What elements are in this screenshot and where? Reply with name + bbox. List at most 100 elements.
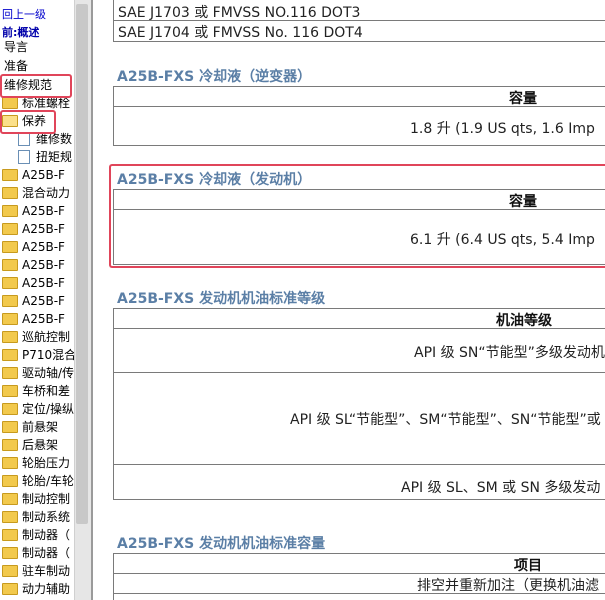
folder-icon bbox=[2, 240, 18, 253]
folder-icon bbox=[2, 168, 18, 181]
tree-item[interactable]: A25B-F bbox=[2, 274, 65, 292]
tree-item[interactable]: 前悬架 bbox=[2, 418, 58, 436]
table-header: 机油等级 bbox=[496, 313, 552, 329]
tree-item-label: 制动系统 bbox=[22, 510, 71, 524]
table-header: 容量 bbox=[509, 194, 537, 210]
folder-icon bbox=[2, 438, 18, 451]
navigation-tree: 回上一级 前:概述 导言 准备 维修规范 标准螺栓 保养 维修数 扭矩规 A25… bbox=[0, 0, 74, 600]
tree-item[interactable]: 动力辅助 bbox=[2, 580, 70, 598]
table-divider bbox=[113, 464, 605, 465]
folder-icon bbox=[2, 564, 18, 577]
folder-icon bbox=[2, 96, 18, 109]
tree-item-label: 标准螺栓 bbox=[22, 96, 71, 110]
tree-item-label: 导言 bbox=[4, 40, 29, 54]
tree-item-label: 制动器（ bbox=[22, 528, 71, 542]
tree-item-label: A25B-F bbox=[22, 312, 65, 326]
tree-item-label: A25B-F bbox=[22, 276, 65, 290]
tree-item-intro[interactable]: 导言 bbox=[4, 38, 28, 56]
tree-item[interactable]: 后悬架 bbox=[2, 436, 58, 454]
folder-icon bbox=[2, 510, 18, 523]
folder-icon bbox=[2, 528, 18, 541]
tree-item[interactable]: A25B-F bbox=[2, 166, 65, 184]
folder-icon bbox=[2, 384, 18, 397]
section-title: A25B-FXS 冷却液（逆变器） bbox=[117, 69, 312, 85]
tree-item[interactable]: 驻车制动 bbox=[2, 562, 70, 580]
tree-item[interactable]: 轮胎/车轮 bbox=[2, 472, 74, 490]
tree-item-label: A25B-F bbox=[22, 204, 65, 218]
tree-item-label: P710混合 bbox=[22, 348, 74, 362]
tree-item-standard-bolt[interactable]: 标准螺栓 bbox=[2, 94, 70, 112]
tree-item[interactable]: 轮胎压力 bbox=[2, 454, 70, 472]
table-cell: 6.1 升 (6.4 US qts, 5.4 Imp bbox=[410, 232, 595, 248]
table-cell: API 级 SL“节能型”、SM“节能型”、SN“节能型”或 bbox=[290, 412, 601, 428]
tree-item-label: 巡航控制 bbox=[22, 330, 71, 344]
folder-icon bbox=[2, 294, 18, 307]
tree-item-label: 制动控制 bbox=[22, 492, 71, 506]
table-header: 容量 bbox=[509, 91, 537, 107]
tree-item[interactable]: 定位/操纵 bbox=[2, 400, 74, 418]
folder-icon bbox=[2, 402, 18, 415]
tree-item-label: 轮胎压力 bbox=[22, 456, 71, 470]
tree-item[interactable]: 驱动轴/传 bbox=[2, 364, 74, 382]
table-cell: 排空并重新加注（更换机油滤 bbox=[417, 578, 599, 594]
tree-item-label: 前悬架 bbox=[22, 420, 59, 434]
folder-icon bbox=[2, 546, 18, 559]
sidebar-scrollbar-thumb[interactable] bbox=[76, 4, 88, 524]
tree-item-label: 准备 bbox=[4, 59, 29, 73]
tree-item[interactable]: 混合动力 bbox=[2, 184, 70, 202]
content-pane: SAE J1703 或 FMVSS NO.116 DOT3 SAE J1704 … bbox=[93, 0, 605, 600]
tree-item-prep[interactable]: 准备 bbox=[4, 57, 28, 75]
tree-item-label: 制动器（ bbox=[22, 546, 71, 560]
tree-item-label: 扭矩规 bbox=[36, 150, 73, 164]
tree-item[interactable]: 车桥和差 bbox=[2, 382, 70, 400]
folder-icon bbox=[2, 492, 18, 505]
section-title: A25B-FXS 发动机机油标准容量 bbox=[117, 536, 326, 552]
tree-item[interactable]: 制动器（ bbox=[2, 544, 70, 562]
folder-icon bbox=[2, 366, 18, 379]
tree-item[interactable]: A25B-F bbox=[2, 256, 65, 274]
tree-item-label: 驱动轴/传 bbox=[22, 366, 74, 380]
table-cell: 1.8 升 (1.9 US qts, 1.6 Imp bbox=[410, 121, 595, 137]
tree-item-label: A25B-F bbox=[22, 222, 65, 236]
table-cell: API 级 SL、SM 或 SN 多级发动 bbox=[401, 480, 601, 496]
back-link[interactable]: 回上一级 bbox=[2, 6, 46, 22]
folder-open-icon bbox=[2, 114, 18, 127]
tree-item[interactable]: A25B-F bbox=[2, 292, 65, 310]
tree-item[interactable]: A25B-F bbox=[2, 238, 65, 256]
tree-item[interactable]: 巡航控制 bbox=[2, 328, 70, 346]
tree-item-service-data[interactable]: 维修数 bbox=[18, 130, 72, 148]
tree-item[interactable]: 制动系统 bbox=[2, 508, 70, 526]
tree-item-torque[interactable]: 扭矩规 bbox=[18, 148, 72, 166]
tree-item[interactable]: 制动器（ bbox=[2, 526, 70, 544]
tree-item-label: 保养 bbox=[22, 114, 47, 128]
table-cell: SAE J1703 或 FMVSS NO.116 DOT3 bbox=[118, 5, 361, 21]
tree-item[interactable]: A25B-F bbox=[2, 310, 65, 328]
tree-item[interactable]: 制动控制 bbox=[2, 490, 70, 508]
folder-icon bbox=[2, 312, 18, 325]
section-title: A25B-FXS 发动机机油标准等级 bbox=[117, 291, 326, 307]
folder-icon bbox=[2, 456, 18, 469]
tree-item-label: A25B-F bbox=[22, 240, 65, 254]
tree-item-label: 驻车制动 bbox=[22, 564, 71, 578]
tree-item[interactable]: P710混合 bbox=[2, 346, 74, 364]
tree-item-label: 动力辅助 bbox=[22, 582, 71, 596]
tree-item[interactable]: A25B-F bbox=[2, 202, 65, 220]
folder-icon bbox=[2, 186, 18, 199]
folder-icon bbox=[2, 222, 18, 235]
tree-item[interactable]: A25B-F bbox=[2, 220, 65, 238]
tree-item-label: A25B-F bbox=[22, 168, 65, 182]
tree-item-label: A25B-F bbox=[22, 258, 65, 272]
folder-icon bbox=[2, 420, 18, 433]
table-cell: API 级 SN“节能型”多级发动机 bbox=[414, 345, 605, 361]
document-icon bbox=[18, 149, 30, 164]
tree-item-label: 后悬架 bbox=[22, 438, 59, 452]
folder-icon bbox=[2, 258, 18, 271]
tree-item-maintenance[interactable]: 保养 bbox=[2, 112, 46, 130]
tree-item-label: 混合动力 bbox=[22, 186, 71, 200]
tree-item-service-spec[interactable]: 维修规范 bbox=[4, 76, 52, 94]
folder-icon bbox=[2, 582, 18, 595]
document-icon bbox=[18, 131, 30, 146]
table-header: 项目 bbox=[514, 558, 542, 574]
tree-item-label: 定位/操纵 bbox=[22, 402, 74, 416]
tree-item-label: A25B-F bbox=[22, 294, 65, 308]
